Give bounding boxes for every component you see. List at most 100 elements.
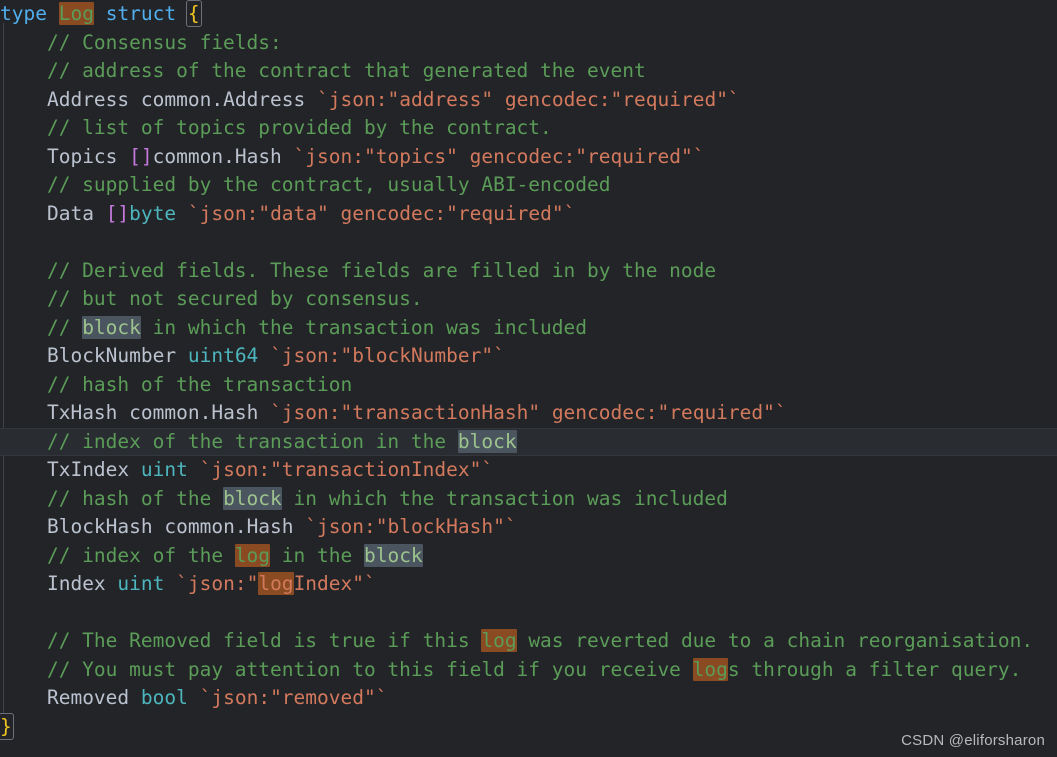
code-line-15[interactable]: TxHash common.Hash `json:"transactionHas… (0, 399, 1057, 428)
field-name-blockhash: BlockHash (46, 515, 153, 538)
code-editor[interactable]: type Log struct { // Consensus fields: /… (0, 0, 1057, 757)
field-name-address: Address (46, 87, 130, 111)
code-line-19[interactable]: BlockHash common.Hash `json:"blockHash"` (0, 513, 1057, 542)
field-name-blocknumber: BlockNumber (46, 344, 177, 367)
comment-suffix: s through a filter query. (727, 657, 1022, 681)
comment-prefix: // The Removed field is true if this (0, 629, 482, 652)
code-line-8[interactable]: Data []byte `json:"data" gencodec:"requi… (0, 200, 1057, 229)
code-line-16-current[interactable]: // index of the transaction in the block (0, 427, 1057, 456)
search-match-block[interactable]: block (82, 315, 141, 339)
search-match-block[interactable]: block (363, 543, 423, 567)
search-current-match-log[interactable]: log (234, 543, 271, 567)
field-type: byte (129, 201, 177, 225)
search-current-match-log[interactable]: log (481, 629, 517, 652)
struct-tag: `json:"blockNumber"` (270, 344, 505, 367)
code-line-26[interactable]: } (0, 712, 1057, 742)
keyword-struct: struct (105, 2, 177, 25)
code-line-18[interactable]: // hash of the block in which the transa… (0, 485, 1057, 514)
search-current-match-log[interactable]: log (692, 657, 728, 681)
code-line-20[interactable]: // index of the log in the block (0, 542, 1057, 571)
comment-prefix: // index of the (0, 543, 235, 567)
slice-brackets: [] (129, 144, 153, 168)
struct-tag: `json:"address" gencodec:"required"` (317, 87, 740, 111)
field-type: uint64 (187, 344, 259, 367)
code-line-4[interactable]: Address common.Address `json:"address" g… (0, 86, 1057, 115)
code-line-22-blank[interactable] (0, 599, 1057, 628)
comment: // Derived fields. These fields are fill… (0, 258, 717, 282)
comment: // list of topics provided by the contra… (0, 116, 552, 139)
code-line-23[interactable]: // The Removed field is true if this log… (0, 627, 1057, 656)
code-line-12[interactable]: // block in which the transaction was in… (0, 314, 1057, 343)
slice-brackets: [] (105, 201, 130, 225)
field-type: common.Hash (129, 401, 259, 424)
field-type: uint (117, 572, 165, 595)
code-content[interactable]: type Log struct { // Consensus fields: /… (0, 0, 1057, 741)
comment: // hash of the transaction (0, 372, 353, 396)
comment-prefix: // (0, 315, 83, 339)
code-line-5[interactable]: // list of topics provided by the contra… (0, 114, 1057, 143)
search-match-block[interactable]: block (457, 429, 517, 453)
field-name-data: Data (46, 201, 94, 225)
comment: // supplied by the contract, usually ABI… (0, 173, 611, 196)
code-line-3[interactable]: // address of the contract that generate… (0, 57, 1057, 86)
comment: // address of the contract that generate… (0, 59, 646, 82)
search-current-match-log[interactable]: log (258, 572, 294, 595)
comment-suffix: in which the transaction was included (281, 486, 728, 510)
keyword-type: type (0, 2, 47, 25)
struct-tag: `json:"topics" gencodec:"required"` (293, 144, 705, 168)
code-line-25[interactable]: Removed bool `json:"removed"` (0, 684, 1057, 713)
code-line-17[interactable]: TxIndex uint `json:"transactionIndex"` (0, 456, 1057, 485)
code-line-24[interactable]: // You must pay attention to this field … (0, 656, 1057, 685)
close-brace[interactable]: } (0, 712, 14, 740)
code-line-7[interactable]: // supplied by the contract, usually ABI… (0, 171, 1057, 200)
search-match-block[interactable]: block (223, 486, 282, 510)
open-brace[interactable]: { (185, 0, 202, 27)
field-type: common.Address (140, 87, 306, 111)
comment-suffix: was reverted due to a chain reorganisati… (516, 629, 1034, 652)
comment-prefix: // hash of the (0, 486, 224, 510)
field-name-topics: Topics (46, 144, 118, 168)
code-line-1[interactable]: type Log struct { (0, 0, 1057, 29)
field-type: common.Hash (164, 515, 294, 538)
code-line-14[interactable]: // hash of the transaction (0, 371, 1057, 400)
struct-tag: `json:"transactionIndex"` (199, 458, 494, 481)
struct-tag: `json:"blockHash"` (305, 515, 517, 538)
code-line-11[interactable]: // but not secured by consensus. (0, 285, 1057, 314)
code-line-13[interactable]: BlockNumber uint64 `json:"blockNumber"` (0, 342, 1057, 371)
code-line-6[interactable]: Topics []common.Hash `json:"topics" genc… (0, 143, 1057, 172)
code-line-9-blank[interactable] (0, 228, 1057, 257)
struct-tag-prefix: `json:" (176, 572, 259, 595)
watermark: CSDN @eliforsharon (901, 732, 1045, 749)
struct-name-log-highlighted[interactable]: Log (58, 2, 94, 25)
code-line-10[interactable]: // Derived fields. These fields are fill… (0, 257, 1057, 286)
code-line-21[interactable]: Index uint `json:"logIndex"` (0, 570, 1057, 599)
code-line-2[interactable]: // Consensus fields: (0, 29, 1057, 58)
